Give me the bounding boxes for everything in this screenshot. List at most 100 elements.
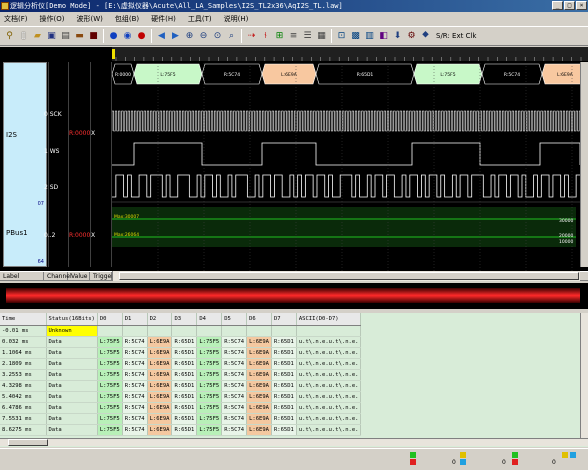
group-trigger[interactable]: X <box>91 130 95 137</box>
channel-header[interactable]: Channel <box>44 272 72 280</box>
data-cell: R:65D1 <box>271 402 297 414</box>
bus-trigger[interactable]: X <box>91 232 95 239</box>
table-row[interactable]: 5.4042 ms Data L:75F5 R:5C74 L:6E9A R:65D1 L:7… <box>0 391 362 403</box>
grid-icon[interactable]: ▩ <box>349 30 362 43</box>
scrollbar-thumb[interactable] <box>8 439 48 446</box>
menu-operate[interactable]: 操作(O) <box>38 14 67 24</box>
toolbar-separator <box>241 29 242 43</box>
table-row[interactable]: 6.4786 ms Data L:75F5 R:5C74 L:6E9A R:65D1 L:7… <box>0 402 362 414</box>
overview-strip[interactable] <box>6 288 580 303</box>
color-icon[interactable]: ◧ <box>377 30 390 43</box>
data-cell: L:75F5 <box>196 380 223 392</box>
trigger-header[interactable]: Trigger <box>90 272 114 280</box>
column-header[interactable]: D0 <box>97 313 123 326</box>
decode-bar[interactable]: R:0000 L:75F5 R:5C74 L:6E9A R:65D1 L:75F5 R:5C… <box>112 63 588 85</box>
menu-file[interactable]: 文档(F) <box>2 14 30 24</box>
table-row[interactable]: 2.1809 ms Data L:75F5 R:5C74 L:6E9A R:65D1 L:7… <box>0 358 362 370</box>
list-icon[interactable]: ☰ <box>301 30 314 43</box>
zoom-menu-icon[interactable]: ⌕ <box>225 30 238 43</box>
table-row[interactable]: 0.032 ms Data L:75F5 R:5C74 L:6E9A R:65D1 L:75… <box>0 336 362 348</box>
ascii-cell: u.t\.n.e.u.t\.n.e. <box>296 413 362 425</box>
back-icon[interactable]: ◀ <box>155 30 168 43</box>
column-header[interactable]: D7 <box>271 313 297 326</box>
time-ruler[interactable] <box>112 47 588 61</box>
table-row[interactable]: -0.01 ms Unknown <box>0 325 362 337</box>
data-cell <box>221 325 248 337</box>
run-icon[interactable]: ● <box>107 30 120 43</box>
add-channel-icon[interactable]: ⊞ <box>273 30 286 43</box>
calc-icon[interactable]: ▦ <box>315 30 328 43</box>
data-cell: R:5C74 <box>221 380 248 392</box>
table-row[interactable]: 1.1064 ms Data L:75F5 R:5C74 L:6E9A R:65D1 L:7… <box>0 347 362 359</box>
group-label-i2s[interactable]: I2S <box>6 131 17 139</box>
minimize-button[interactable]: _ <box>552 1 563 10</box>
menu-hardware[interactable]: 硬件(H) <box>149 14 178 24</box>
arrow-down-icon[interactable]: ⬇ <box>391 30 404 43</box>
maximize-button[interactable]: □ <box>564 1 575 10</box>
waveform-vertical-scrollbar[interactable] <box>580 62 588 267</box>
bus-label-pbus1[interactable]: PBus1 <box>6 229 28 237</box>
overview-panel[interactable] <box>0 283 588 309</box>
ext-clock-label[interactable]: S/R: Ext Clk <box>436 32 476 40</box>
menu-waveform[interactable]: 波形(W) <box>74 14 104 24</box>
forward-icon[interactable]: ▶ <box>169 30 182 43</box>
menu-help[interactable]: 说明(H) <box>222 14 251 24</box>
trigger-marker-icon[interactable] <box>112 49 115 59</box>
save-wave-icon[interactable]: ⯁ <box>419 30 432 43</box>
channel-bus-range[interactable]: 0..2 <box>44 232 55 239</box>
open-icon[interactable]: ▰ <box>31 30 44 43</box>
zoom-in-icon[interactable]: ⊕ <box>183 30 196 43</box>
status-cell: Data <box>46 424 98 436</box>
table-row[interactable]: 7.5531 ms Data L:75F5 R:5C74 L:6E9A R:65D1 L:7… <box>0 413 362 425</box>
table-horizontal-scrollbar[interactable] <box>0 438 588 446</box>
column-header[interactable]: D1 <box>122 313 148 326</box>
time-cell: 1.1064 ms <box>0 347 47 359</box>
value-header[interactable]: Value <box>68 272 90 280</box>
table-row[interactable]: 8.6275 ms Data L:75F5 R:5C74 L:6E9A R:65D1 L:7… <box>0 424 362 436</box>
pin-icon[interactable]: ⚲ <box>3 30 16 43</box>
label-header[interactable]: Label <box>0 272 44 280</box>
column-header[interactable]: D4 <box>196 313 223 326</box>
cut-icon[interactable]: ■ <box>87 30 100 43</box>
data-cell: R:5C74 <box>122 424 148 436</box>
table-vertical-scrollbar[interactable] <box>580 313 588 438</box>
table-icon[interactable]: ▥ <box>363 30 376 43</box>
data-cell: L:75F5 <box>97 380 123 392</box>
scrollbar-thumb[interactable] <box>119 272 579 280</box>
new-icon[interactable]: ▯ <box>17 30 30 43</box>
column-header[interactable]: Time <box>0 313 47 326</box>
table-row[interactable]: 3.2553 ms Data L:75F5 R:5C74 L:6E9A R:65D1 L:7… <box>0 369 362 381</box>
channel-ws[interactable]: 1 WS <box>44 148 59 155</box>
print-icon[interactable]: ▤ <box>59 30 72 43</box>
menu-tools[interactable]: 工具(T) <box>186 14 214 24</box>
waveform-horizontal-scrollbar[interactable] <box>112 271 580 281</box>
column-header[interactable]: D2 <box>147 313 173 326</box>
data-cell: L:6E9A <box>147 358 173 370</box>
column-header[interactable]: D3 <box>171 313 198 326</box>
close-button[interactable]: × <box>576 1 587 10</box>
save-icon[interactable]: ▣ <box>45 30 58 43</box>
cursor-icon[interactable]: ⇢ <box>245 30 258 43</box>
bus-icon[interactable]: ≡ <box>287 30 300 43</box>
waveform-canvas[interactable]: R:0000 L:75F5 R:5C74 L:6E9A R:65D1 L:75F5 R:5C… <box>112 47 588 271</box>
column-header[interactable]: ASCII(D0-D7) <box>296 313 362 326</box>
measure-icon[interactable]: ⊡ <box>335 30 348 43</box>
channel-sck[interactable]: 0 SCK <box>44 111 62 118</box>
zoom-out-icon[interactable]: ⊖ <box>197 30 210 43</box>
stop-icon[interactable]: ● <box>135 30 148 43</box>
run-once-icon[interactable]: ◉ <box>121 30 134 43</box>
column-header[interactable]: D5 <box>221 313 248 326</box>
data-cell <box>196 325 223 337</box>
trigger-icon[interactable]: ⫮ <box>259 30 272 43</box>
folder-icon[interactable]: ▬ <box>73 30 86 43</box>
ws-waveform <box>112 142 581 166</box>
data-cell: L:6E9A <box>246 358 272 370</box>
table-row[interactable]: 4.3298 ms Data L:75F5 R:5C74 L:6E9A R:65D1 L:7… <box>0 380 362 392</box>
menu-packet[interactable]: 包组(B) <box>113 14 141 24</box>
settings-icon[interactable]: ⚙ <box>405 30 418 43</box>
column-header[interactable]: D6 <box>246 313 272 326</box>
status-led-red-icon <box>410 459 416 465</box>
channel-sd[interactable]: 2 SD <box>44 184 58 191</box>
zoom-fit-icon[interactable]: ⊙ <box>211 30 224 43</box>
column-header[interactable]: Status(16Bits) <box>46 313 98 326</box>
